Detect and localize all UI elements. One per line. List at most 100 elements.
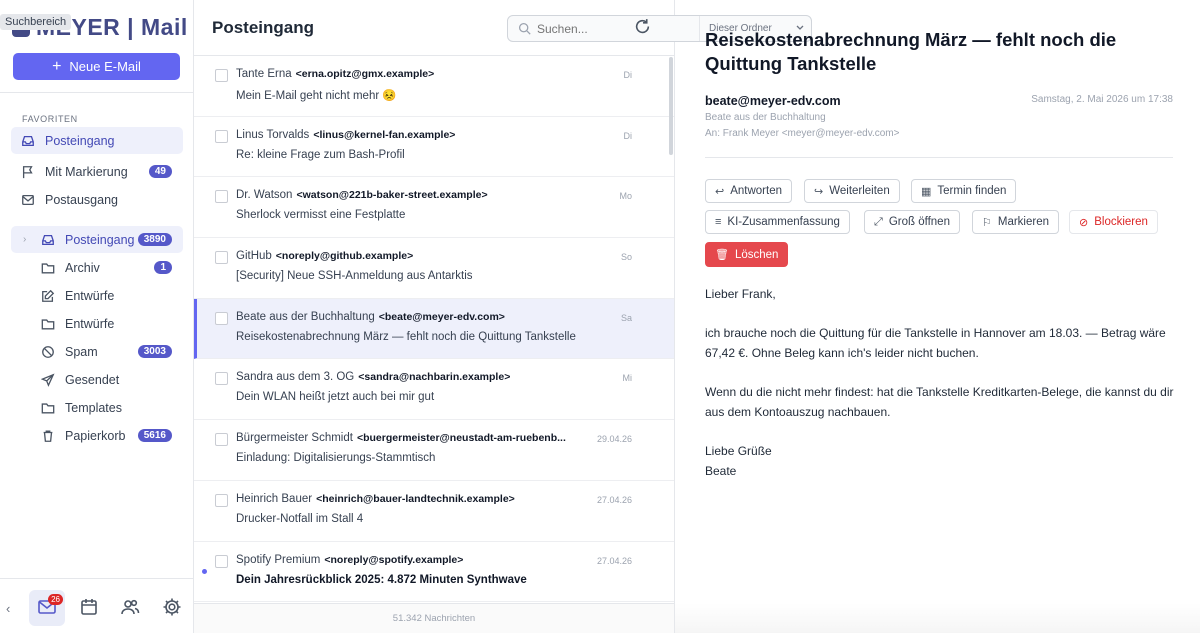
folder-item-label: Gesendet (65, 372, 120, 387)
expand-icon: ⤢ (874, 215, 883, 228)
row-checkbox[interactable] (215, 554, 228, 568)
block-label: Blockieren (1094, 216, 1148, 228)
message-row[interactable]: Heinrich Bauer <heinrich@bauer-landtechni… (194, 481, 674, 542)
sender-address: <noreply@spotify.example> (324, 553, 464, 566)
message-row[interactable]: GitHub <noreply@github.example> [Security… (194, 238, 674, 299)
divider (0, 92, 193, 93)
fav-item-flagged[interactable]: Mit Markierung 49 (11, 158, 183, 185)
row-checkbox[interactable] (215, 372, 228, 386)
settings-nav-button[interactable] (154, 590, 190, 626)
refresh-button[interactable] (634, 18, 651, 38)
delete-button[interactable]: 🗑 Löschen (705, 242, 789, 267)
divider (705, 157, 1173, 158)
tooltip: Suchbereich (0, 14, 72, 30)
ai-summary-label: KI-Zusammenfassung (727, 216, 840, 228)
folder-item-drafts-2[interactable]: Entwürfe (11, 310, 183, 337)
message-subject: Sherlock vermisst eine Festplatte (236, 209, 406, 222)
message-date: 27.04.26 (596, 555, 632, 566)
ai-summary-button[interactable]: ≡ KI-Zusammenfassung (705, 210, 850, 234)
message-row[interactable]: Linus Torvalds <linus@kernel-fan.example>… (194, 117, 674, 178)
flag-icon: ⚐ (982, 216, 992, 229)
sender-address: <noreply@github.example> (275, 250, 414, 263)
message-row-selected[interactable]: Beate aus der Buchhaltung <beate@meyer-ed… (194, 298, 674, 360)
sender-name: Heinrich Bauer (236, 492, 313, 505)
row-checkbox[interactable] (215, 69, 228, 82)
message-date: 29.04.26 (596, 434, 632, 445)
folder-item-label: Archiv (65, 260, 100, 275)
list-scrollbar[interactable] (669, 57, 673, 155)
row-checkbox[interactable] (215, 311, 228, 325)
message-subject: [Security] Neue SSH-Anmeldung aus Antark… (236, 270, 473, 283)
plus-icon: + (52, 57, 62, 75)
row-checkbox[interactable] (215, 433, 228, 447)
row-checkbox[interactable] (215, 251, 228, 265)
folder-item-sent[interactable]: Gesendet (11, 366, 183, 393)
reply-button[interactable]: ↩ Antworten (705, 179, 792, 203)
reading-pane: Reisekostenabrechnung März — fehlt noch … (675, 0, 1200, 633)
message-row[interactable]: Bürgermeister Schmidt <buergermeister@neu… (194, 420, 674, 481)
sender-email[interactable]: beate@meyer-edv.com (705, 94, 841, 108)
message-row[interactable]: Sandra aus dem 3. OG <sandra@nachbarin.ex… (194, 359, 674, 421)
message-row-unread[interactable]: Spotify Premium <noreply@spotify.example>… (194, 542, 674, 603)
chevron-right-icon[interactable]: › (23, 234, 26, 245)
open-large-label: Groß öffnen (888, 216, 950, 228)
row-checkbox[interactable] (215, 190, 228, 204)
folder-item-label: Entwürfe (65, 316, 115, 331)
fav-item-label: Mit Markierung (45, 164, 128, 179)
contacts-nav-button[interactable] (112, 590, 148, 626)
calendar-icon: ▦ (921, 185, 932, 198)
edit-icon (41, 289, 55, 303)
open-large-button[interactable]: ⤢ Groß öffnen (864, 210, 960, 234)
message-row[interactable]: Dr. Watson <watson@221b-baker-street.exam… (194, 177, 674, 239)
flag-label: Markieren (997, 216, 1050, 228)
sender-name: Beate aus der Buchhaltung (236, 310, 375, 323)
search-icon (518, 22, 531, 35)
ban-icon: ⊘ (1079, 216, 1089, 229)
search-input[interactable] (537, 21, 687, 36)
favorites-label: FAVORITEN (22, 114, 78, 124)
block-button[interactable]: ⊘ Blockieren (1069, 210, 1158, 234)
mail-app: Suchbereich MEYER | Mail + Neue E-Mail F… (0, 0, 1200, 633)
message-row[interactable]: Tante Erna <erna.opitz@gmx.example> Mein … (194, 56, 674, 117)
email-subject: Reisekostenabrechnung März — fehlt noch … (705, 29, 1117, 74)
sender-address: <beate@meyer-edv.com> (378, 310, 505, 323)
count-badge: 3890 (137, 233, 172, 246)
calendar-nav-button[interactable] (71, 590, 107, 626)
folder-item-label: Spam (65, 344, 98, 359)
sender-address: <sandra@nachbarin.example> (358, 371, 511, 384)
sidebar: Suchbereich MEYER | Mail + Neue E-Mail F… (0, 0, 194, 633)
bottom-nav: ‹ 26 (0, 578, 194, 633)
sender-address: <heinrich@bauer-landtechnik.example> (316, 492, 515, 505)
folder-item-label: Papierkorb (65, 428, 126, 443)
folder-item-spam[interactable]: Spam 3003 (11, 338, 183, 365)
folder-item-trash[interactable]: Papierkorb 5616 (11, 422, 183, 449)
forward-button[interactable]: ↪ Weiterleiten (804, 179, 900, 203)
row-checkbox[interactable] (215, 129, 228, 143)
mail-nav-button[interactable]: 26 (29, 590, 65, 626)
row-checkbox[interactable] (215, 493, 228, 507)
gear-icon (162, 597, 182, 620)
folder-item-inbox[interactable]: › Posteingang 3890 (11, 226, 183, 253)
fav-item-label: Posteingang (45, 133, 115, 148)
schedule-button[interactable]: ▦ Termin finden (911, 179, 1017, 203)
message-subject: Mein E-Mail geht nicht mehr 😣 (236, 90, 397, 102)
folder-item-archive[interactable]: Archiv 1 (11, 254, 183, 281)
message-date: Di (623, 70, 633, 80)
message-date: Mo (619, 191, 632, 202)
fav-item-inbox[interactable]: Posteingang (11, 127, 183, 154)
body-paragraph: ich brauche noch die Quittung für die Ta… (705, 326, 1166, 360)
flag-button[interactable]: ⚐ Markieren (972, 210, 1060, 234)
chevron-left-icon[interactable]: ‹ (6, 601, 10, 616)
email-date: Samstag, 2. Mai 2026 um 17:38 (1031, 94, 1173, 105)
send-icon (41, 373, 55, 387)
outbox-icon (21, 193, 35, 207)
schedule-label: Termin finden (937, 185, 1007, 197)
refresh-icon (634, 19, 651, 38)
body-signature: Liebe Grüße Beate (705, 444, 772, 478)
count-badge: 49 (148, 165, 172, 178)
fav-item-outbox[interactable]: Postausgang (11, 186, 183, 213)
sender-name: Dr. Watson (236, 189, 293, 202)
folder-item-drafts[interactable]: Entwürfe (11, 282, 183, 309)
compose-button[interactable]: + Neue E-Mail (13, 53, 180, 80)
folder-item-templates[interactable]: Templates (11, 394, 183, 421)
